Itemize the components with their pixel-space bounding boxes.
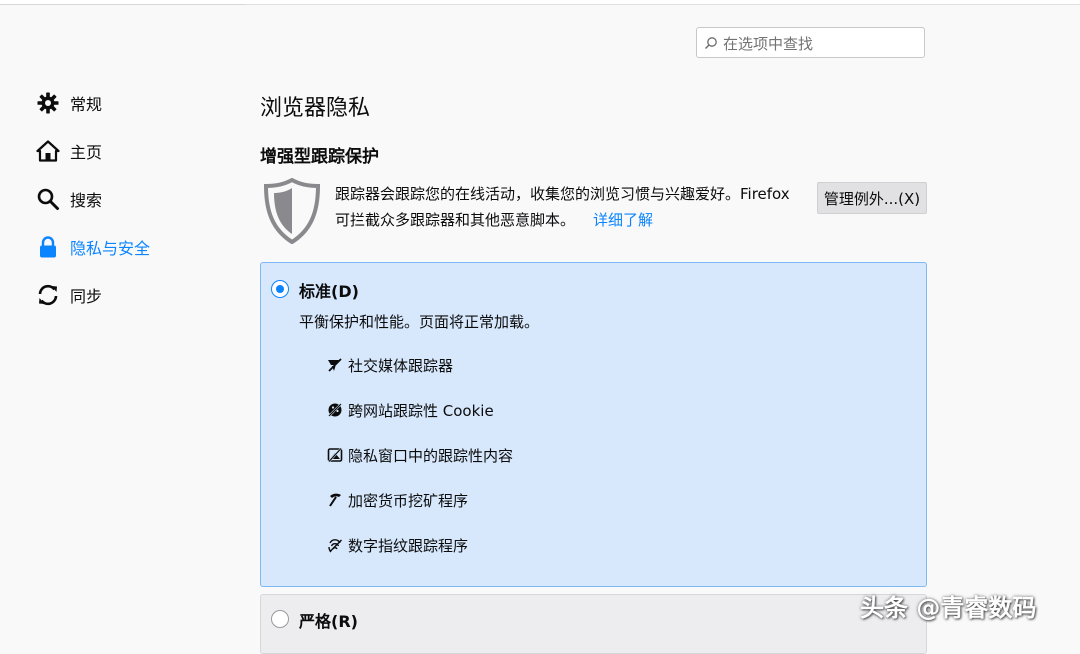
manage-exceptions-button[interactable]: 管理例外...(X) bbox=[817, 182, 927, 214]
tracker-item: 社交媒体跟踪器 bbox=[327, 354, 453, 376]
standard-radio[interactable] bbox=[271, 280, 289, 298]
standard-protection-card[interactable]: 标准(D) 平衡保护和性能。页面将正常加载。 社交媒体跟踪器 跨网站跟踪性 Co… bbox=[260, 262, 927, 587]
sidebar-item-label: 搜索 bbox=[70, 191, 103, 210]
search-icon bbox=[705, 37, 717, 49]
sidebar-item-search[interactable]: 搜索 bbox=[36, 184, 102, 214]
description-line: 可拦截众多跟踪器和其他恶意脚本。 bbox=[335, 211, 576, 229]
tracker-item: 隐私窗口中的跟踪性内容 bbox=[327, 444, 513, 466]
tracker-label: 跨网站跟踪性 Cookie bbox=[348, 401, 494, 420]
tracker-item: 跨网站跟踪性 Cookie bbox=[327, 399, 494, 421]
tracker-item: 加密货币挖矿程序 bbox=[327, 489, 468, 511]
window-top-edge bbox=[0, 0, 1080, 5]
sidebar-item-label: 同步 bbox=[70, 287, 103, 306]
sidebar-item-privacy[interactable]: 隐私与安全 bbox=[36, 232, 150, 262]
tracking-content-icon bbox=[327, 447, 343, 463]
strict-label: 严格(R) bbox=[299, 612, 358, 631]
shield-icon bbox=[263, 178, 321, 244]
fingerprint-icon bbox=[328, 539, 342, 553]
page-title: 浏览器隐私 bbox=[260, 96, 371, 121]
watermark: 头条 @青睿数码 bbox=[860, 594, 1037, 622]
search-box[interactable] bbox=[696, 27, 925, 58]
tracker-label: 隐私窗口中的跟踪性内容 bbox=[348, 446, 514, 465]
sidebar-item-label: 隐私与安全 bbox=[70, 239, 151, 258]
lock-icon bbox=[40, 236, 56, 258]
sidebar-item-label: 主页 bbox=[70, 143, 103, 162]
standard-description: 平衡保护和性能。页面将正常加载。 bbox=[299, 313, 540, 331]
standard-label: 标准(D) bbox=[299, 282, 359, 301]
strict-protection-card[interactable]: 严格(R) bbox=[260, 594, 927, 654]
sync-icon bbox=[38, 284, 58, 306]
tracker-label: 加密货币挖矿程序 bbox=[348, 491, 469, 510]
tab-edge bbox=[0, 0, 245, 5]
sidebar-item-general[interactable]: 常规 bbox=[36, 88, 102, 118]
sidebar-item-home[interactable]: 主页 bbox=[36, 136, 102, 166]
cryptominer-icon bbox=[329, 493, 341, 507]
tracker-label: 社交媒体跟踪器 bbox=[348, 356, 454, 375]
home-icon bbox=[36, 140, 60, 162]
social-tracker-icon bbox=[328, 358, 342, 372]
strict-radio[interactable] bbox=[271, 610, 289, 628]
search-input[interactable] bbox=[721, 32, 921, 56]
sidebar-item-label: 常规 bbox=[70, 95, 103, 114]
sidebar-item-sync[interactable]: 同步 bbox=[36, 280, 102, 310]
section-title: 增强型跟踪保护 bbox=[260, 147, 379, 167]
tracking-description: 跟踪器会跟踪您的在线活动，收集您的浏览习惯与兴趣爱好。Firefox 可拦截众多… bbox=[335, 181, 805, 233]
gear-icon bbox=[37, 92, 59, 114]
tracker-item: 数字指纹跟踪程序 bbox=[327, 534, 468, 556]
description-line: 跟踪器会跟踪您的在线活动，收集您的浏览习惯与兴趣爱好。Firefox bbox=[335, 185, 790, 203]
learn-more-link[interactable]: 详细了解 bbox=[593, 211, 653, 229]
cookie-icon bbox=[327, 402, 343, 418]
tracker-label: 数字指纹跟踪程序 bbox=[348, 536, 469, 555]
search-icon bbox=[37, 188, 59, 210]
